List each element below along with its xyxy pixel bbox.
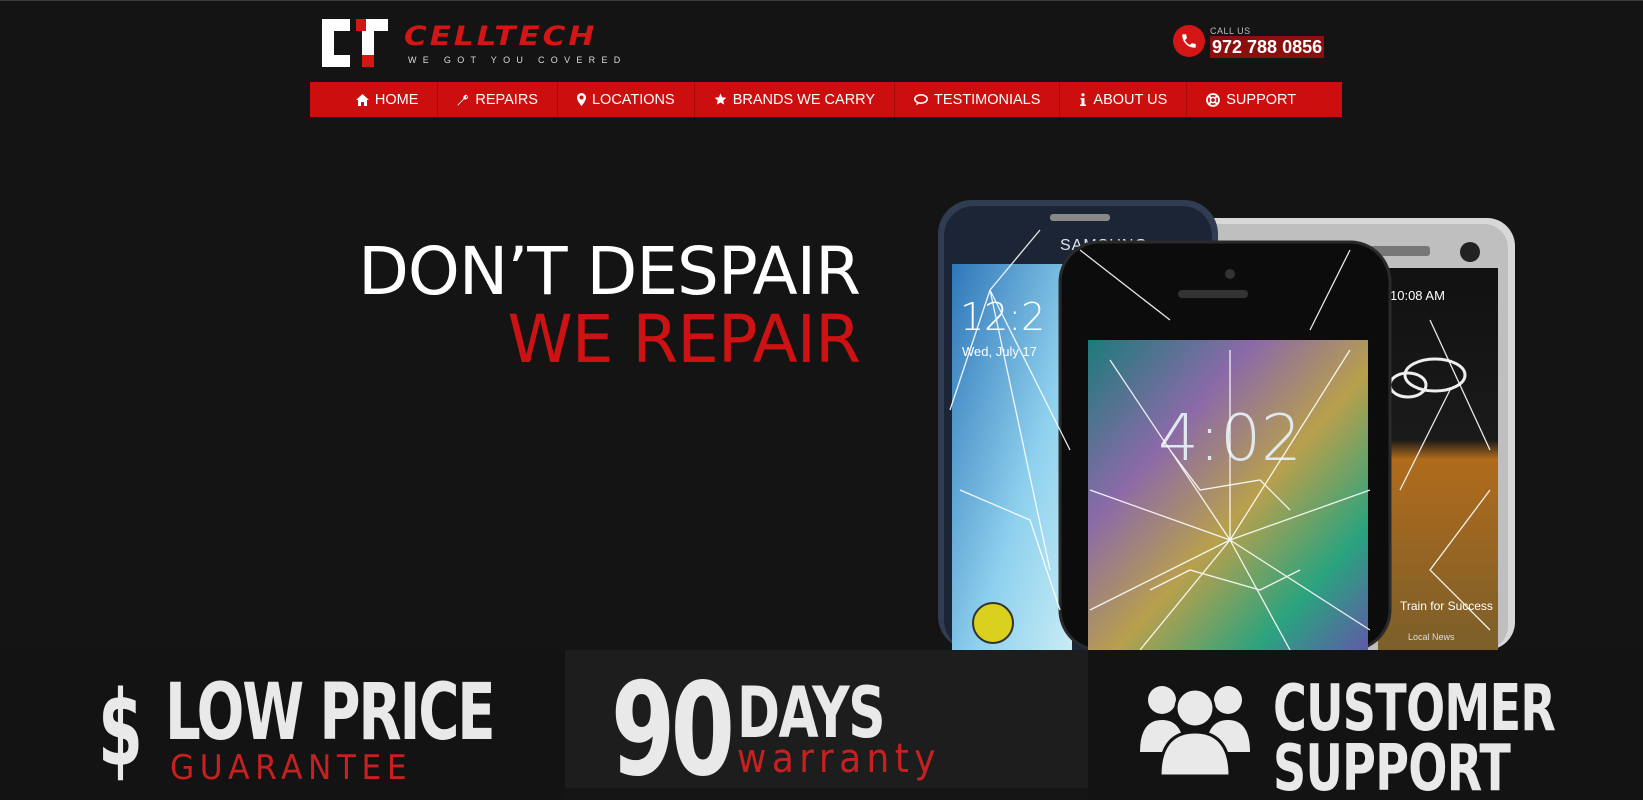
low-price-title: LOW PRICE — [165, 668, 496, 758]
left-screen-date: Wed, July 17 — [962, 344, 1037, 359]
left-screen-time: 12:2 — [960, 295, 1045, 339]
nav-locations[interactable]: LOCATIONS — [558, 82, 695, 117]
nav-home-label: HOME — [374, 91, 419, 108]
brand-tagline: WE GOT YOU COVERED — [408, 55, 627, 65]
lifebuoy-icon — [1206, 92, 1221, 107]
nav-repairs[interactable]: REPAIRS — [438, 82, 558, 117]
nav-brands-label: BRANDS WE CARRY — [732, 91, 876, 108]
nav-home[interactable]: HOME — [337, 82, 439, 117]
users-group-icon — [1140, 686, 1250, 778]
call-us[interactable]: CALL US 972 788 0856 — [1173, 23, 1325, 59]
support-title: SUPPORT — [1273, 732, 1511, 800]
nav-support[interactable]: SUPPORT — [1187, 82, 1315, 117]
nav-testimonials-label: TESTIMONIALS — [934, 91, 1041, 108]
wrench-icon — [457, 94, 469, 105]
feature-customer-support: CUSTOMER SUPPORT — [1088, 650, 1643, 800]
nav-about[interactable]: ABOUT US — [1060, 82, 1188, 117]
chat-icon — [914, 93, 929, 105]
guarantee-label: GUARANTEE — [170, 748, 413, 788]
call-us-label: CALL US — [1210, 26, 1251, 36]
main-nav: HOME REPAIRS LOCATIONS BRANDS WE CARRY T… — [310, 82, 1342, 117]
right-screen-sub: Local News — [1408, 632, 1455, 642]
nav-support-label: SUPPORT — [1226, 91, 1297, 108]
dollar-sign: $ — [98, 668, 143, 790]
feature-low-price: $ LOW PRICE GUARANTEE — [0, 650, 565, 800]
hero-line-2: WE REPAIR — [507, 301, 861, 378]
celltech-logo-mark — [322, 19, 388, 67]
features-bar: $ LOW PRICE GUARANTEE 90 DAYS warranty C… — [0, 650, 1643, 800]
hero-headline: DON’T DESPAIR WE REPAIR — [330, 233, 861, 378]
nav-about-label: ABOUT US — [1093, 91, 1168, 108]
home-icon — [355, 93, 369, 106]
star-icon — [714, 93, 727, 105]
right-screen-time: 10:08 AM — [1390, 288, 1445, 303]
map-pin-icon — [576, 93, 586, 106]
brand-name: CELLTECH — [404, 21, 598, 52]
nav-brands[interactable]: BRANDS WE CARRY — [695, 82, 896, 117]
phone-icon — [1173, 25, 1205, 57]
right-screen-caption: Train for Success — [1400, 599, 1493, 613]
site-logo[interactable]: CELLTECH WE GOT YOU COVERED — [318, 15, 620, 71]
warranty-number: 90 — [611, 656, 735, 800]
nav-locations-label: LOCATIONS — [591, 91, 675, 108]
site-header: CELLTECH WE GOT YOU COVERED CALL US 972 … — [0, 0, 1643, 120]
info-icon — [1080, 93, 1087, 106]
warranty-label: warranty — [737, 736, 941, 782]
feature-warranty: 90 DAYS warranty — [565, 650, 1088, 800]
hero-line-1: DON’T DESPAIR — [358, 233, 861, 310]
nav-repairs-label: REPAIRS — [475, 91, 538, 108]
nav-testimonials[interactable]: TESTIMONIALS — [895, 82, 1061, 117]
phone-number[interactable]: 972 788 0856 — [1210, 36, 1325, 58]
cracked-phones-image: 10:08 AM Train for Success Local News SA… — [938, 200, 1515, 650]
